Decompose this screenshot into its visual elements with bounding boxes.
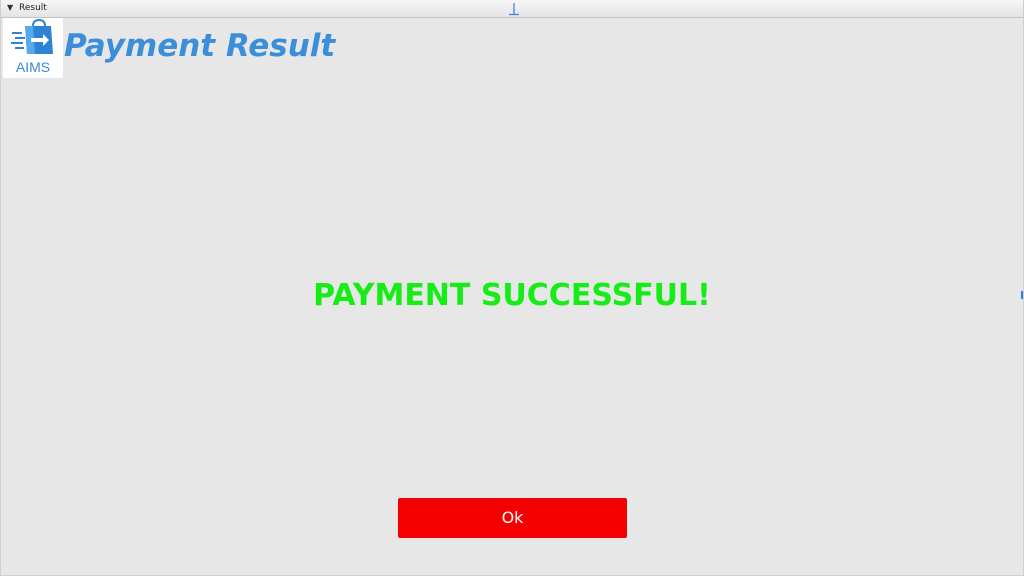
collapse-arrow-icon[interactable]: ▼ [7, 3, 13, 13]
page-title: Payment Result [64, 28, 336, 64]
payment-status-message: PAYMENT SUCCESSFUL! [313, 278, 711, 313]
resize-handle-icon[interactable] [508, 2, 520, 16]
aims-logo: AIMS [3, 18, 63, 78]
logo-text: AIMS [15, 59, 51, 75]
window-title: Result [19, 3, 47, 13]
result-window: ▼ Result AIMS Payment Result PAYMENT SUC… [0, 0, 1024, 576]
ok-button[interactable]: Ok [398, 498, 627, 538]
window-titlebar[interactable]: ▼ Result [1, 0, 1023, 18]
shopping-bag-icon [11, 18, 53, 54]
